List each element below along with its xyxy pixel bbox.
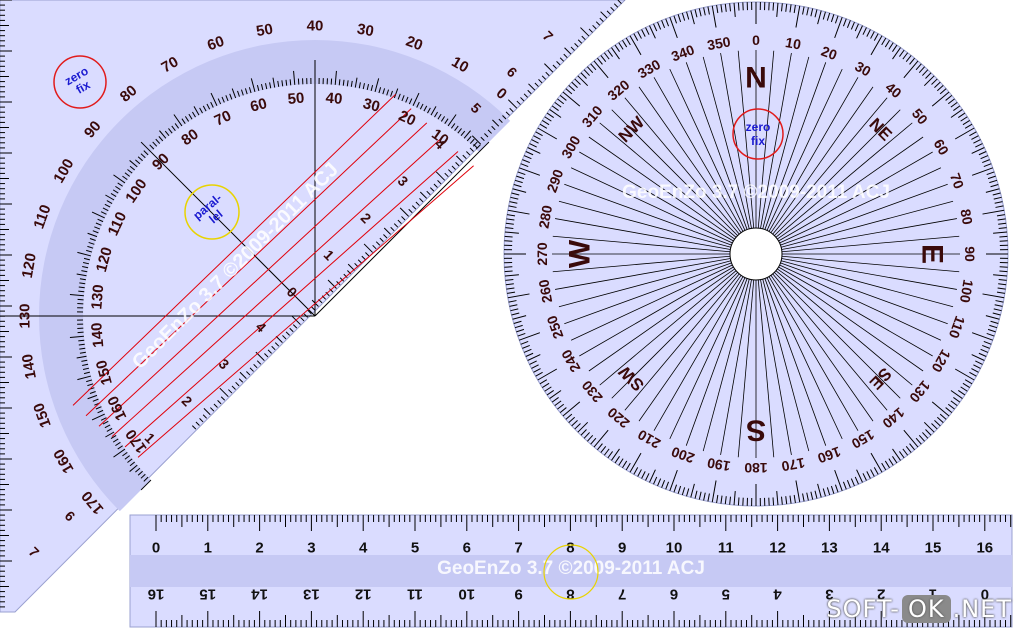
compass-protractor[interactable]: 0 10 2030405060708090100110120130140150160… bbox=[503, 1, 1009, 507]
ruler-top-label: 3 bbox=[307, 540, 315, 557]
compass-tick bbox=[737, 2, 740, 11]
ruler-top-label: 8 bbox=[566, 540, 574, 557]
set-square-outer-label: 50 bbox=[255, 21, 274, 41]
ruler-top-label: 13 bbox=[821, 540, 838, 557]
set-square-inner-label: 130 bbox=[88, 284, 107, 310]
set-square-tick bbox=[78, 290, 85, 293]
set-square-outer-label: 30 bbox=[356, 21, 375, 41]
ruler-top-label: 6 bbox=[463, 540, 471, 557]
ruler-bottom-label: 7 bbox=[618, 586, 626, 603]
set-square-inner-label: 140 bbox=[88, 322, 107, 348]
compass-center-hub[interactable] bbox=[729, 227, 783, 281]
set-square-tick bbox=[78, 339, 85, 342]
ruler-bottom-label: 9 bbox=[514, 586, 522, 603]
site-badge-prefix: SOFT- bbox=[826, 595, 900, 623]
ruler-bottom-label: 14 bbox=[251, 586, 268, 603]
set-square-inner-label: 50 bbox=[287, 90, 305, 108]
compass-cardinal: W bbox=[564, 239, 597, 268]
ruler-bottom-label: 10 bbox=[458, 586, 475, 603]
compass-tick bbox=[504, 235, 513, 238]
compass-degree-label: 270 bbox=[534, 242, 550, 266]
set-square-tick bbox=[289, 79, 292, 86]
set-square-tick bbox=[338, 79, 341, 86]
compass-tick bbox=[772, 497, 775, 506]
compass-cardinal: E bbox=[916, 244, 949, 264]
compass-degree-label: 10 bbox=[784, 34, 802, 52]
compass-tick bbox=[737, 497, 740, 506]
ruler-bottom-label: 6 bbox=[670, 586, 678, 603]
ruler-watermark: GeoEnZo 3.7 ©2009-2011 ACJ bbox=[437, 558, 705, 579]
ruler-bottom-label: 16 bbox=[148, 586, 165, 603]
compass-tick bbox=[999, 270, 1008, 273]
set-square-outer-label: 40 bbox=[307, 18, 324, 35]
compass-zero-fix-line1: zero bbox=[746, 120, 771, 134]
compass-cardinal: N bbox=[745, 62, 767, 95]
ruler-top-label: 7 bbox=[514, 540, 522, 557]
compass-degree-label: 90 bbox=[962, 246, 978, 262]
ruler-top-label: 16 bbox=[976, 540, 993, 557]
compass-watermark: GeoEnZo 3.7 ©2009-2011 ACJ bbox=[622, 182, 890, 203]
compass-degree-label: 80 bbox=[957, 208, 975, 226]
set-square-inner-label: 40 bbox=[325, 90, 343, 108]
ruler-top-label: 12 bbox=[769, 540, 786, 557]
compass-degree-label: 0 bbox=[752, 32, 760, 48]
ruler-top-label: 11 bbox=[718, 540, 734, 557]
compass-tick bbox=[999, 235, 1008, 238]
site-badge: SOFT- OK .NET bbox=[826, 595, 1012, 623]
ruler-bottom-label: 13 bbox=[303, 586, 320, 603]
compass-degree-label: 180 bbox=[744, 460, 768, 476]
site-badge-ok: OK bbox=[901, 595, 951, 623]
ruler-bottom-label: 8 bbox=[566, 586, 574, 603]
ruler-bottom-label: 5 bbox=[722, 586, 730, 603]
set-square-outer-label: 130 bbox=[17, 303, 34, 328]
ruler-top-label: 10 bbox=[666, 540, 683, 557]
site-badge-suffix: .NET bbox=[952, 595, 1012, 623]
ruler-top-label: 14 bbox=[873, 540, 890, 557]
ruler-top-label: 2 bbox=[255, 540, 263, 557]
compass-tick bbox=[504, 270, 513, 273]
ruler-top-label: 4 bbox=[359, 540, 368, 557]
ruler-bottom-label: 11 bbox=[407, 586, 423, 603]
ruler-top-label: 15 bbox=[925, 540, 942, 557]
ruler-bottom-label: 12 bbox=[355, 586, 372, 603]
compass-cardinal: S bbox=[746, 414, 766, 447]
compass-zero-fix-line2: fix bbox=[751, 134, 765, 148]
ruler-top-label: 1 bbox=[204, 540, 212, 557]
ruler-bottom-label: 4 bbox=[773, 586, 782, 603]
ruler-top-label: 9 bbox=[618, 540, 626, 557]
geoenzo-canvas: 0102030405060708090100110120130140150160… bbox=[0, 0, 1013, 628]
ruler-bottom-label: 15 bbox=[199, 586, 216, 603]
ruler-top-label: 0 bbox=[152, 540, 160, 557]
ruler-top-label: 5 bbox=[411, 540, 419, 557]
compass-tick bbox=[772, 2, 775, 11]
